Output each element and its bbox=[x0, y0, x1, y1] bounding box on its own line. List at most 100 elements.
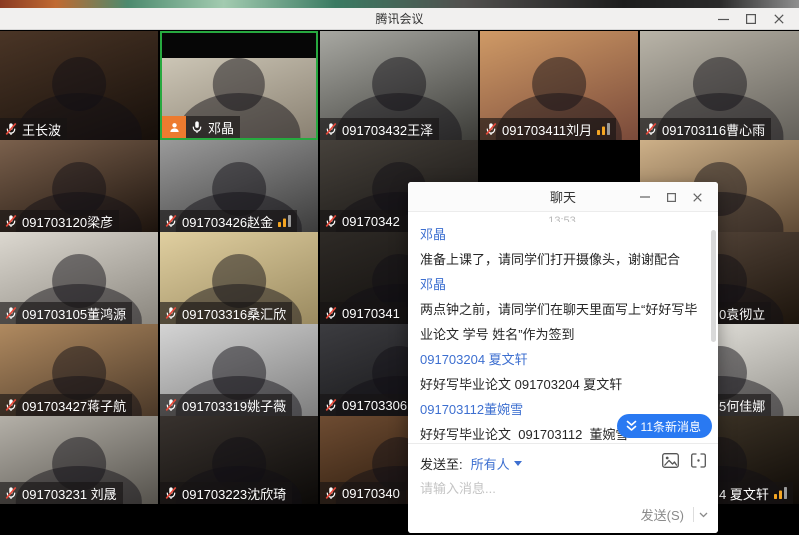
chat-message-list[interactable]: 13:53 邓晶准备上课了，请同学们打开摄像头，谢谢配合邓晶两点钟之前，请同学们… bbox=[408, 212, 718, 443]
maximize-icon bbox=[667, 193, 676, 202]
participant-name: 091703306 bbox=[342, 398, 407, 413]
participant-name: 5何佳娜 bbox=[719, 396, 765, 415]
video-tile[interactable]: 邓晶 bbox=[160, 31, 318, 140]
host-badge bbox=[162, 116, 186, 138]
participant-name: 091703319姚子薇 bbox=[182, 396, 286, 415]
video-tile[interactable]: 091703231 刘晟 bbox=[0, 416, 158, 504]
window-title: 腾讯会议 bbox=[375, 10, 423, 27]
mic-muted-icon bbox=[324, 398, 338, 412]
participant-nameplate: 09170340 bbox=[320, 482, 406, 504]
tencent-meeting-screen: 腾讯会议 王长波 bbox=[0, 0, 799, 535]
mic-muted-icon bbox=[164, 398, 178, 412]
participant-nameplate: 09170342 bbox=[320, 210, 406, 232]
mic-muted-icon bbox=[484, 122, 498, 136]
participant-name: 091703316桑汇欣 bbox=[182, 304, 286, 323]
video-tile[interactable]: 091703319姚子薇 bbox=[160, 324, 318, 416]
maximize-button[interactable] bbox=[737, 8, 765, 30]
video-tile[interactable]: 091703427蒋子航 bbox=[0, 324, 158, 416]
maximize-icon bbox=[746, 14, 756, 24]
signal-bars-icon bbox=[774, 487, 787, 499]
video-tile[interactable]: 091703105董鸿源 bbox=[0, 232, 158, 324]
participant-nameplate: 091703116曹心雨 bbox=[640, 118, 771, 140]
signal-bars-icon bbox=[597, 123, 610, 135]
video-tile[interactable]: 091703316桑汇欣 bbox=[160, 232, 318, 324]
video-tile[interactable]: 091703116曹心雨 bbox=[640, 31, 799, 140]
chat-timestamp: 13:53 bbox=[420, 214, 704, 222]
send-to-value: 所有人 bbox=[471, 454, 510, 473]
caret-down-icon bbox=[514, 461, 522, 466]
new-messages-badge[interactable]: 11条新消息 bbox=[617, 414, 712, 438]
chat-message-sender: 邓晶 bbox=[420, 273, 704, 297]
chat-maximize-button[interactable] bbox=[658, 182, 684, 212]
mic-on-icon bbox=[190, 120, 204, 134]
mic-muted-icon bbox=[4, 486, 18, 500]
close-icon bbox=[693, 193, 702, 202]
video-tile[interactable]: 091703120梁彦 bbox=[0, 140, 158, 232]
person-icon bbox=[168, 121, 181, 134]
participant-nameplate: 091703427蒋子航 bbox=[0, 394, 132, 416]
participant-name: 091703426赵金 bbox=[182, 212, 273, 231]
window-titlebar: 腾讯会议 bbox=[0, 8, 799, 30]
participant-nameplate: 091703411刘月 bbox=[480, 118, 616, 140]
participant-name: 09170341 bbox=[342, 306, 400, 321]
mic-muted-icon bbox=[4, 398, 18, 412]
participant-nameplate: 091703432王泽 bbox=[320, 118, 439, 140]
video-tile[interactable]: 091703432王泽 bbox=[320, 31, 478, 140]
participant-name: 091703116曹心雨 bbox=[662, 120, 765, 139]
participant-nameplate: 5何佳娜 bbox=[718, 394, 771, 416]
participant-name: 091703105董鸿源 bbox=[22, 304, 126, 323]
participant-nameplate: 091703306 bbox=[320, 394, 413, 416]
send-divider bbox=[693, 507, 694, 522]
send-to-selector[interactable]: 所有人 bbox=[471, 454, 522, 473]
participant-nameplate: 091703316桑汇欣 bbox=[160, 302, 292, 324]
minimize-icon bbox=[640, 192, 650, 202]
mic-muted-icon bbox=[4, 122, 18, 136]
send-options-button[interactable] bbox=[699, 509, 708, 521]
participant-nameplate: 091703120梁彦 bbox=[0, 210, 119, 232]
mic-muted-icon bbox=[324, 214, 338, 228]
chevron-down-icon bbox=[699, 512, 708, 518]
participant-nameplate: 091703426赵金 bbox=[160, 210, 297, 232]
mic-muted-icon bbox=[164, 486, 178, 500]
close-button[interactable] bbox=[765, 8, 793, 30]
video-tile[interactable]: 091703411刘月 bbox=[480, 31, 638, 140]
chat-minimize-button[interactable] bbox=[632, 182, 658, 212]
chat-scrollbar[interactable] bbox=[711, 230, 716, 342]
mic-muted-icon bbox=[324, 306, 338, 320]
video-tile[interactable]: 王长波 bbox=[0, 31, 158, 140]
send-button[interactable]: 发送(S) bbox=[637, 505, 688, 524]
chat-footer: 发送至: 所有人 发送(S) bbox=[408, 443, 718, 533]
participant-name: 09170342 bbox=[342, 214, 400, 229]
chat-title: 聊天 bbox=[550, 187, 576, 206]
mic-muted-icon bbox=[164, 306, 178, 320]
minimize-button[interactable] bbox=[709, 8, 737, 30]
participant-name: 091703427蒋子航 bbox=[22, 396, 126, 415]
mic-muted-icon bbox=[4, 214, 18, 228]
chat-message-text: 准备上课了，请同学们打开摄像头，谢谢配合 bbox=[420, 247, 704, 272]
close-icon bbox=[774, 14, 784, 24]
video-tile[interactable]: 091703223沈欣琦 bbox=[160, 416, 318, 504]
send-to-label: 发送至: bbox=[420, 454, 463, 473]
participant-name: 邓晶 bbox=[208, 118, 234, 137]
video-tile[interactable]: 091703426赵金 bbox=[160, 140, 318, 232]
chat-close-button[interactable] bbox=[684, 182, 710, 212]
participant-name: 4 夏文轩 bbox=[719, 484, 769, 503]
participant-nameplate: 王长波 bbox=[0, 118, 67, 140]
participant-name: 091703231 刘晟 bbox=[22, 484, 117, 503]
participant-nameplate: 091703223沈欣琦 bbox=[160, 482, 292, 504]
chat-message-sender: 邓晶 bbox=[420, 223, 704, 247]
chat-titlebar: 聊天 bbox=[408, 182, 718, 212]
mic-muted-icon bbox=[644, 122, 658, 136]
image-icon[interactable] bbox=[662, 453, 679, 473]
chat-window: 聊天 13:53 邓晶准备上课了，请同学们打开摄像头，谢谢配合邓晶两点钟之前，请… bbox=[408, 182, 718, 533]
desktop-wallpaper-strip bbox=[0, 0, 799, 8]
message-input[interactable] bbox=[420, 481, 706, 496]
participant-nameplate: 邓晶 bbox=[162, 116, 240, 138]
chat-message-sender: 091703204 夏文轩 bbox=[420, 348, 704, 372]
screenshot-icon[interactable] bbox=[691, 453, 706, 473]
participant-nameplate: 091703231 刘晟 bbox=[0, 482, 123, 504]
participant-nameplate: 091703319姚子薇 bbox=[160, 394, 292, 416]
participant-name: 091703411刘月 bbox=[502, 120, 592, 139]
new-messages-badge-text: 11条新消息 bbox=[641, 418, 701, 435]
chat-message-text: 两点钟之前，请同学们在聊天里面写上“好好写毕业论文 学号 姓名”作为签到 bbox=[420, 297, 704, 347]
